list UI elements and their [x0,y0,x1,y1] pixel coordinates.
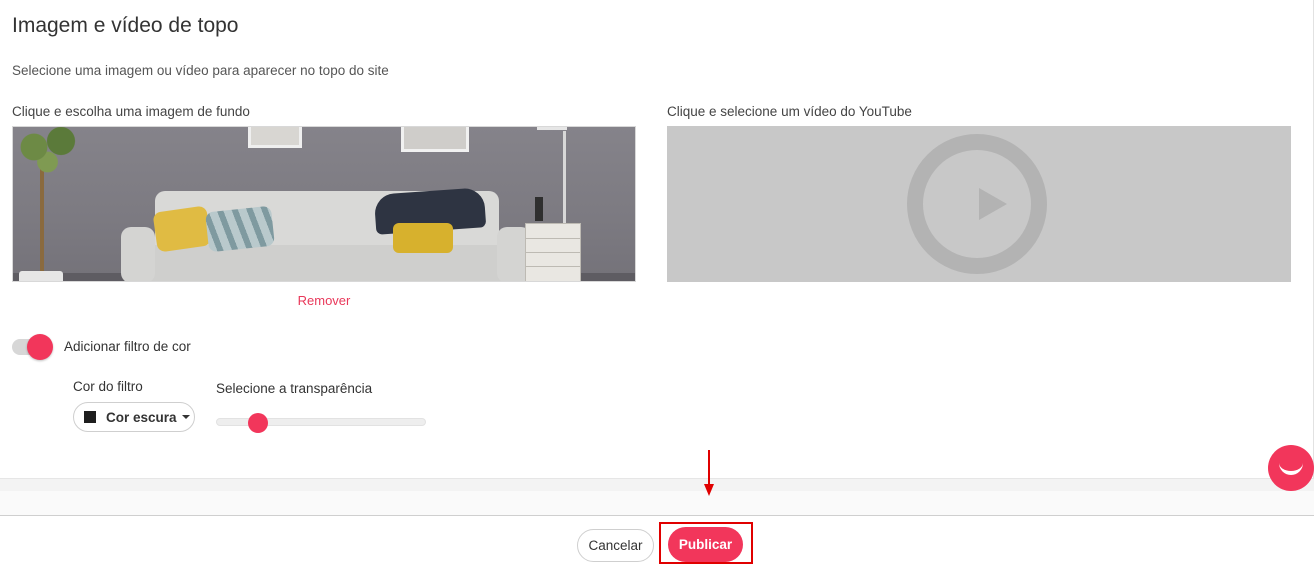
play-triangle [979,188,1007,220]
color-filter-toggle[interactable] [12,334,53,360]
sofa-seat [135,245,525,281]
side-drawers [525,223,581,281]
annotation-arrow-line [708,450,710,486]
lamp-pole [563,131,566,223]
wall-frame-left [248,127,302,148]
section-separator [0,478,1314,516]
sofa-arm-left [121,227,155,281]
filter-color-value: Cor escura [106,409,177,425]
transparency-slider[interactable] [216,412,426,434]
color-swatch [84,411,96,423]
transparency-label: Selecione a transparência [216,381,373,396]
publish-button[interactable]: Publicar [668,527,743,562]
youtube-video-picker[interactable] [667,126,1291,282]
annotation-arrow-head [704,484,714,496]
footer-divider [0,515,1314,516]
section-subtitle: Selecione uma imagem ou vídeo para apare… [12,63,389,78]
header-media-panel: Imagem e vídeo de topo Selecione uma ima… [0,0,1314,478]
slider-handle[interactable] [248,413,268,433]
cancel-button[interactable]: Cancelar [577,529,654,562]
remove-image-link[interactable]: Remover [12,293,636,308]
pillow-striped [205,205,275,253]
image-picker-label: Clique e escolha uma imagem de fundo [12,104,250,119]
play-icon [907,134,1047,274]
video-picker-label: Clique e selecione um vídeo do YouTube [667,104,912,119]
filter-color-label: Cor do filtro [73,379,143,394]
separator-inner [0,491,1314,516]
pillow-yellow-left [152,205,212,253]
color-filter-toggle-label: Adicionar filtro de cor [64,339,191,354]
plant-leaves [13,127,97,183]
plant-pot [19,271,63,281]
chat-widget-button[interactable] [1268,445,1314,491]
chat-smile-icon [1279,453,1303,475]
background-image-picker[interactable] [12,126,636,282]
toggle-knob [27,334,53,360]
caret-down-icon [181,415,190,419]
section-title: Imagem e vídeo de topo [12,14,239,37]
vase [535,197,543,221]
filter-color-dropdown[interactable]: Cor escura [73,402,195,432]
lamp-arm [537,127,567,130]
pillow-yellow-right [393,223,453,253]
wall-frame-right [401,127,469,152]
